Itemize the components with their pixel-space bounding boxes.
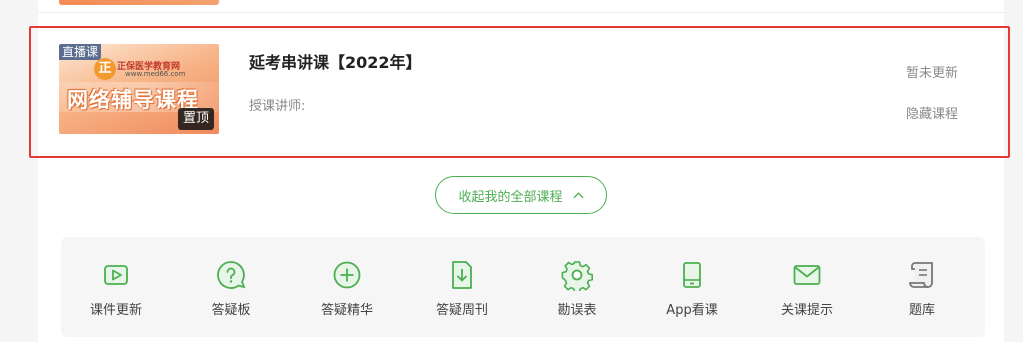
- teacher-label: 授课讲师:: [249, 99, 306, 114]
- tool-course-close-notice[interactable]: 关课提示: [757, 237, 857, 337]
- update-status: 暂未更新: [905, 66, 958, 81]
- brand-logo-icon: 正: [94, 58, 116, 80]
- tool-label: 课件更新: [89, 303, 142, 318]
- thumbnail-url: www.med66.com: [125, 70, 186, 78]
- tablet-icon: [676, 259, 708, 291]
- tool-qa-weekly[interactable]: 答疑周刊: [412, 237, 512, 337]
- pinned-badge: 置顶: [177, 108, 214, 130]
- course-toolbar: 课件更新 答疑板 答疑精华 答疑周刊 勘误表 App看课 关课提示 题库: [61, 237, 985, 337]
- tool-label: 题库: [908, 303, 935, 318]
- question-bubble-icon: [215, 259, 247, 291]
- collapse-all-courses-button[interactable]: 收起我的全部课程: [435, 176, 607, 214]
- tool-label: 答疑板: [211, 303, 251, 318]
- tool-label: 关课提示: [780, 303, 833, 318]
- hide-course-link[interactable]: 隐藏课程: [906, 103, 958, 122]
- tool-app-watch[interactable]: App看课: [642, 237, 742, 337]
- mail-icon: [791, 259, 823, 291]
- previous-course-thumbnail[interactable]: [59, 0, 219, 5]
- tool-label: App看课: [666, 303, 718, 318]
- course-title[interactable]: 延考串讲课【2022年】: [249, 49, 422, 73]
- divider: [38, 12, 1004, 13]
- tool-question-bank[interactable]: 题库: [872, 237, 972, 337]
- tool-qa-board[interactable]: 答疑板: [181, 237, 281, 337]
- tool-label: 答疑精华: [320, 303, 373, 318]
- course-thumbnail[interactable]: 正 正保医学教育网 www.med66.com 网络辅导课程 直播课 置顶: [59, 44, 219, 134]
- video-play-icon: [100, 259, 132, 291]
- tool-label: 答疑周刊: [435, 303, 488, 318]
- plus-circle-icon: [331, 259, 363, 291]
- scroll-icon: [906, 259, 938, 291]
- gear-icon: [561, 259, 593, 294]
- chevron-up-icon: [572, 191, 584, 198]
- tool-errata[interactable]: 勘误表: [527, 237, 627, 337]
- tool-label: 勘误表: [557, 303, 597, 318]
- tool-courseware-update[interactable]: 课件更新: [66, 237, 166, 337]
- collapse-label: 收起我的全部课程: [458, 189, 563, 205]
- live-badge: 直播课: [59, 44, 102, 60]
- tool-qa-highlights[interactable]: 答疑精华: [297, 237, 397, 337]
- download-doc-icon: [446, 259, 478, 291]
